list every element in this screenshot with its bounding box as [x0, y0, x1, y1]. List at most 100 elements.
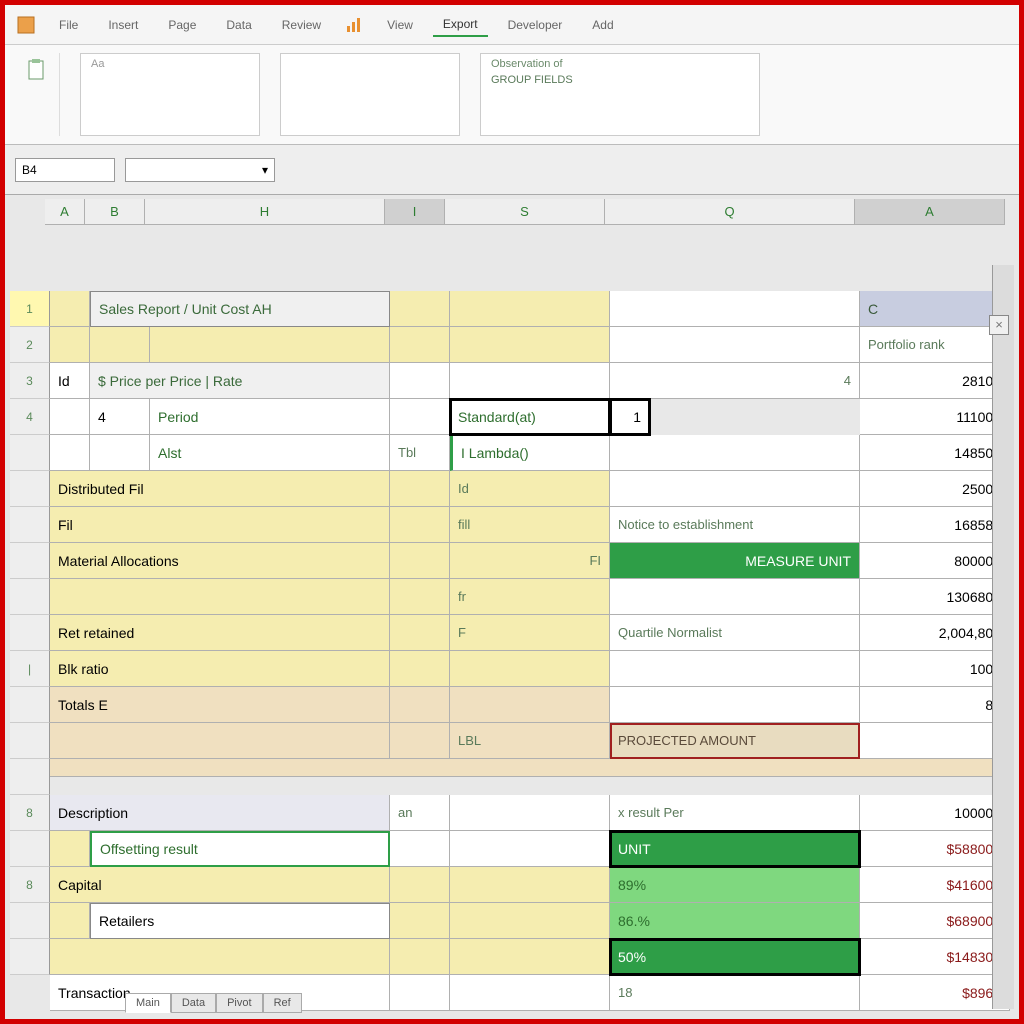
cell-r13[interactable] [50, 723, 390, 759]
cell-v5[interactable]: 168580 [860, 507, 1010, 543]
cell-v6[interactable]: 800000 [860, 543, 1010, 579]
cell-standard[interactable]: Standard(at) [450, 399, 610, 435]
sheet-tab-main[interactable]: Main [125, 993, 171, 1013]
cell-r8-i[interactable] [390, 543, 450, 579]
tab-page[interactable]: Page [158, 14, 206, 36]
cell-r5-a[interactable] [50, 435, 90, 471]
cell-offsetting[interactable]: Offsetting result [90, 831, 390, 867]
cell-r17-s[interactable] [450, 903, 610, 939]
cell-r3-i[interactable] [390, 363, 450, 399]
tab-export[interactable]: Export [433, 13, 488, 37]
row-14[interactable] [10, 759, 50, 795]
col-a[interactable]: A [45, 199, 85, 225]
vertical-scrollbar[interactable] [992, 265, 1014, 1009]
cell-v16[interactable]: $8960 [860, 975, 1010, 1011]
cell-v7[interactable]: 1306800 [860, 579, 1010, 615]
col-a2[interactable]: A [855, 199, 1005, 225]
cell-retailers[interactable]: Retailers [90, 903, 390, 939]
cell-r9-q[interactable] [610, 579, 860, 615]
row-12[interactable] [10, 687, 50, 723]
row-7[interactable] [10, 507, 50, 543]
cell-r5-q[interactable] [610, 435, 860, 471]
cell-r3-s[interactable] [450, 363, 610, 399]
cell-measure[interactable]: MEASURE UNIT [610, 543, 860, 579]
cell-r13-i[interactable] [390, 723, 450, 759]
tab-file[interactable]: File [49, 14, 88, 36]
cell-title[interactable]: Sales Report / Unit Cost AH [90, 291, 390, 327]
col-b[interactable]: B [85, 199, 145, 225]
cell-r16-i[interactable] [390, 867, 450, 903]
cell-capital[interactable]: Capital [50, 867, 390, 903]
cell-description[interactable]: Description [50, 795, 390, 831]
row-18[interactable] [10, 903, 50, 939]
cell-period[interactable]: Period [150, 399, 390, 435]
cell-v13[interactable]: $416000 [860, 867, 1010, 903]
row-5[interactable] [10, 435, 50, 471]
cell-quartile[interactable]: Quartile Normalist [610, 615, 860, 651]
cell-pct1[interactable]: 89% [610, 867, 860, 903]
cell-r7-i[interactable] [390, 507, 450, 543]
cell-last[interactable]: 18 [610, 975, 860, 1011]
close-icon[interactable]: × [989, 315, 1009, 335]
cell-c-header[interactable]: C [860, 291, 1010, 327]
cell-r4-q[interactable]: 1 [610, 399, 650, 435]
cell-r12-s[interactable] [450, 687, 610, 723]
cell-r11-i[interactable] [390, 651, 450, 687]
tab-review[interactable]: Review [272, 14, 331, 36]
row-19[interactable] [10, 939, 50, 975]
col-s[interactable]: S [445, 199, 605, 225]
cell-r9-s[interactable]: fr [450, 579, 610, 615]
cell-r2-b[interactable] [90, 327, 150, 363]
cell-notice[interactable]: Notice to establishment [610, 507, 860, 543]
cell-r17-i[interactable] [390, 903, 450, 939]
tab-view[interactable]: View [377, 14, 423, 36]
cell-r9-i[interactable] [390, 579, 450, 615]
cell-r9[interactable] [50, 579, 390, 615]
cell-totals[interactable]: Totals E [50, 687, 390, 723]
row-16[interactable] [10, 831, 50, 867]
cell-r6-i[interactable] [390, 471, 450, 507]
cell-r19-s[interactable] [450, 975, 610, 1011]
cell-r7-label[interactable]: Fil [50, 507, 390, 543]
cell-r18[interactable] [50, 939, 390, 975]
cell-v1[interactable]: 28100 [860, 363, 1010, 399]
cell-r13-s[interactable]: LBL [450, 723, 610, 759]
row-15[interactable]: 8 [10, 795, 50, 831]
sheet-tab-data[interactable]: Data [171, 993, 216, 1013]
row-17[interactable]: 8 [10, 867, 50, 903]
cell-r13-v[interactable] [860, 723, 1010, 759]
cell-r17-a[interactable] [50, 903, 90, 939]
cell-r2-q[interactable] [610, 327, 860, 363]
tab-data[interactable]: Data [216, 14, 261, 36]
cell-retained[interactable]: Ret retained [50, 615, 390, 651]
cell-r14-i[interactable]: an [390, 795, 450, 831]
cell-pct2[interactable]: 86.% [610, 903, 860, 939]
row-4[interactable]: 4 [10, 399, 50, 435]
tab-insert[interactable]: Insert [98, 14, 148, 36]
cell-r6-s[interactable]: Id [450, 471, 610, 507]
cell-r10-i[interactable] [390, 615, 450, 651]
cell-r2-h[interactable] [150, 327, 390, 363]
cell-v4[interactable]: 25000 [860, 471, 1010, 507]
row-6[interactable] [10, 471, 50, 507]
col-i[interactable]: I [385, 199, 445, 225]
cell-result-per[interactable]: x result Per [610, 795, 860, 831]
cell-v9[interactable]: 1000 [860, 651, 1010, 687]
cell-r2-i[interactable] [390, 327, 450, 363]
cell-r16-s[interactable] [450, 867, 610, 903]
cell-v8[interactable]: 2,004,800 [860, 615, 1010, 651]
cell-v10[interactable]: 85 [860, 687, 1010, 723]
cell-portfolio[interactable]: Portfolio rank [860, 327, 1010, 363]
cell-r4-i[interactable] [390, 399, 450, 435]
cell-title-s[interactable] [450, 291, 610, 327]
cell-pct3[interactable]: 50% [610, 939, 860, 975]
cell-r12-q[interactable] [610, 687, 860, 723]
cell-distributed[interactable]: Distributed Fil [50, 471, 390, 507]
cell-v2[interactable]: 111000 [860, 399, 1010, 435]
cell-style-dropdown[interactable]: ▾ [125, 158, 275, 182]
cell-lambda[interactable]: I Lambda() [450, 435, 610, 471]
cell-unit[interactable]: UNIT [610, 831, 860, 867]
col-h[interactable]: H [145, 199, 385, 225]
row-8[interactable] [10, 543, 50, 579]
cell-r11-q[interactable] [610, 651, 860, 687]
